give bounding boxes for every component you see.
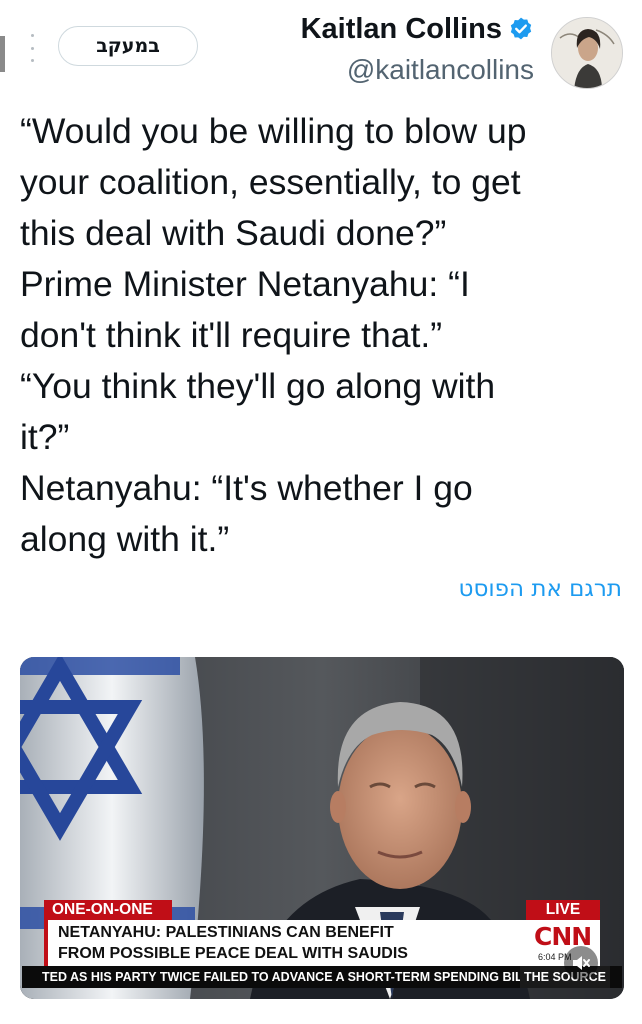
- more-vertical-icon[interactable]: [26, 34, 38, 62]
- tweet-line: “You think they'll go along with: [20, 366, 496, 406]
- tweet-line: this deal with Saudi done?”: [20, 213, 447, 253]
- tweet-text: “Would you be willing to blow up your co…: [20, 106, 630, 565]
- display-name-row[interactable]: Kaitlan Collins: [301, 10, 534, 48]
- tweet-line: “Would you be willing to blow up: [20, 111, 527, 151]
- tweet-line: along with it.”: [20, 519, 230, 559]
- tweet-line: Netanyahu: “It's whether I go: [20, 468, 473, 508]
- user-handle[interactable]: @kaitlancollins: [301, 52, 534, 88]
- display-name[interactable]: Kaitlan Collins: [301, 10, 502, 48]
- tweet-line: your coalition, essentially, to get: [20, 162, 521, 202]
- user-info: Kaitlan Collins @kaitlancollins: [301, 10, 534, 88]
- verified-badge-icon: [510, 17, 532, 40]
- live-tag: LIVE: [526, 900, 600, 920]
- edge-indicator: [0, 36, 5, 72]
- headline-line-2: FROM POSSIBLE PEACE DEAL WITH SAUDIS: [58, 945, 408, 962]
- avatar-image: [552, 18, 622, 88]
- avatar[interactable]: [551, 17, 623, 89]
- translate-post-link[interactable]: תרגם את הפוסט: [459, 576, 622, 602]
- headline-line-1: NETANYAHU: PALESTINIANS CAN BENEFIT: [58, 924, 394, 941]
- tweet-line: Prime Minister Netanyahu: “I: [20, 264, 470, 304]
- speaker-muted-icon[interactable]: [564, 946, 598, 980]
- segment-tag: ONE-ON-ONE: [44, 900, 172, 920]
- tweet-line: it?”: [20, 417, 70, 457]
- news-ticker: TED AS HIS PARTY TWICE FAILED TO ADVANCE…: [22, 966, 622, 988]
- ticker-text: TED AS HIS PARTY TWICE FAILED TO ADVANCE…: [42, 970, 531, 984]
- following-button[interactable]: במעקב: [58, 26, 198, 66]
- tweet-line: don't think it'll require that.”: [20, 315, 443, 355]
- news-headline: NETANYAHU: PALESTINIANS CAN BENEFIT FROM…: [44, 920, 526, 966]
